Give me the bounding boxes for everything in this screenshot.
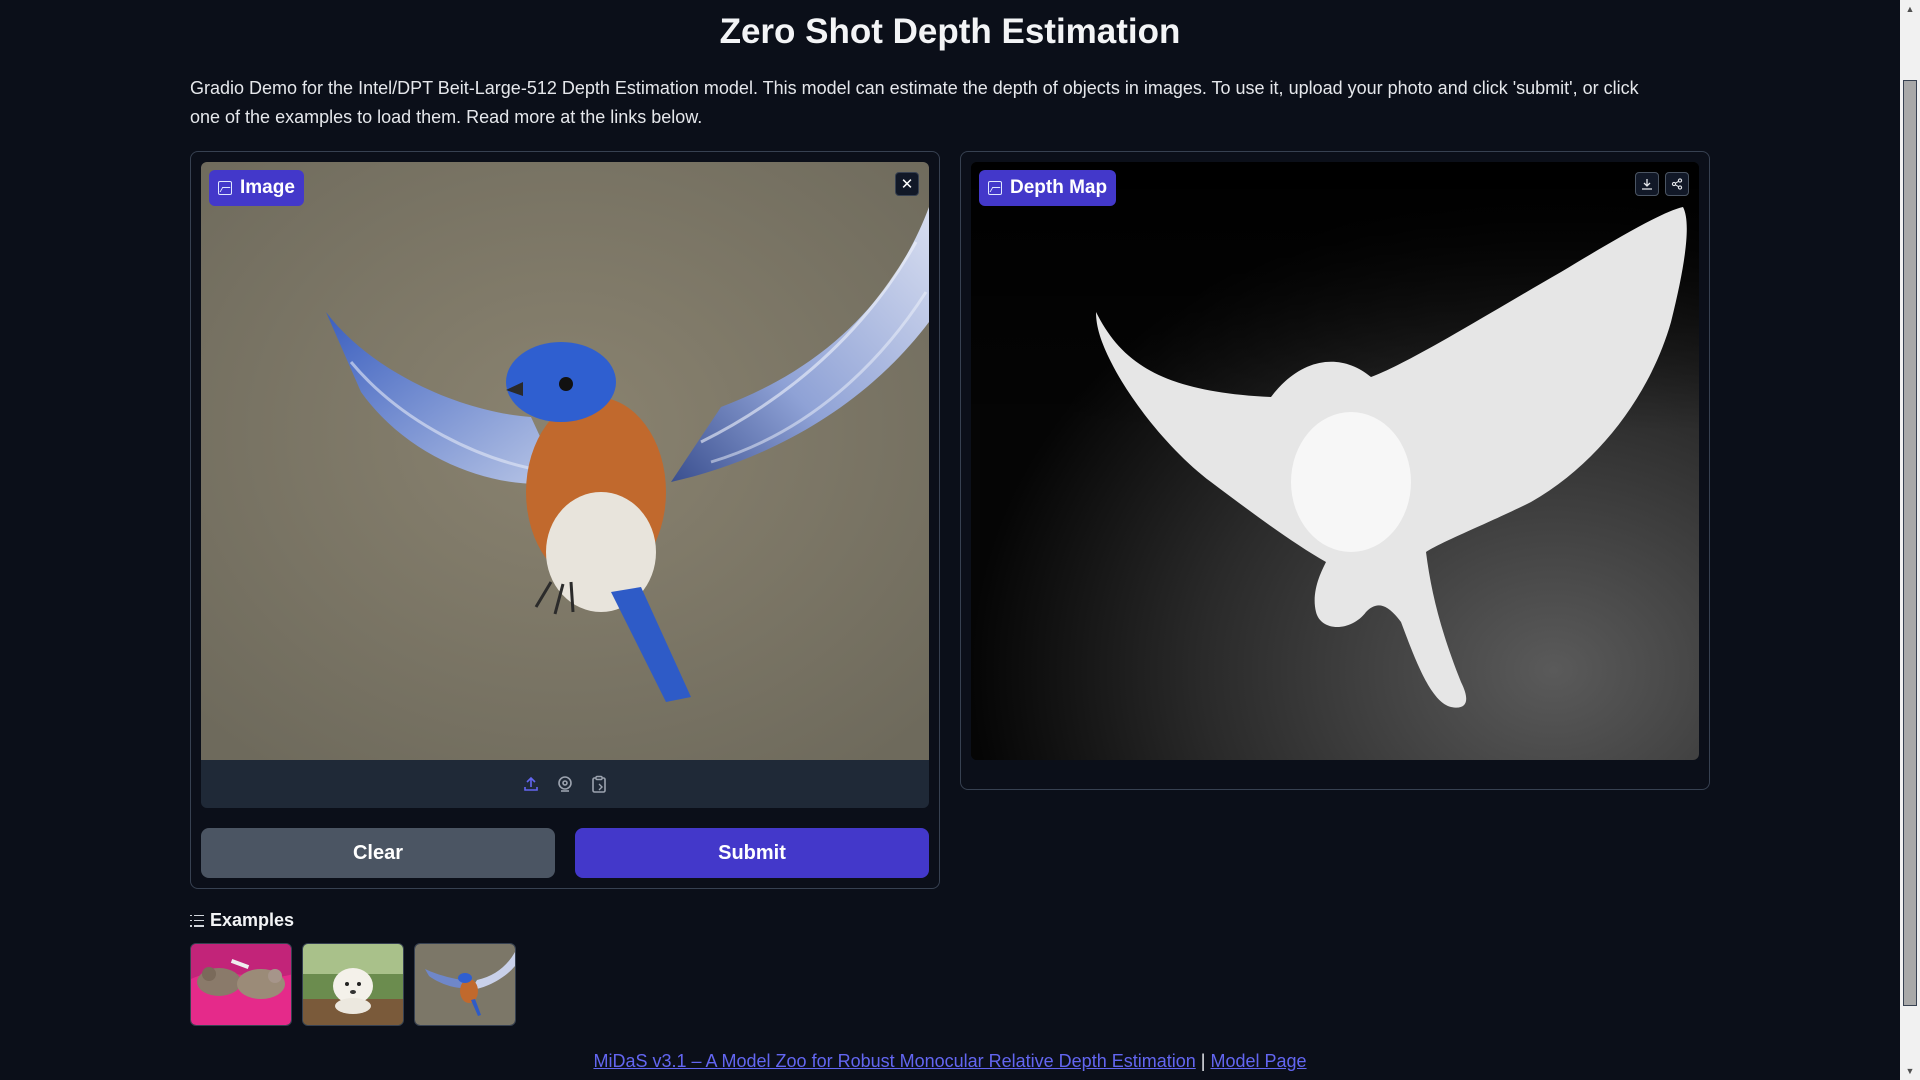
input-bird-image [201, 162, 929, 760]
example-thumb-cats[interactable] [190, 943, 292, 1026]
examples-title: Examples [210, 910, 295, 930]
midas-paper-link[interactable]: MiDaS v3.1 – A Model Zoo for Robust Mono… [593, 1051, 1195, 1071]
page-description: Gradio Demo for the Intel/DPT Beit-Large… [190, 78, 1639, 127]
submit-button[interactable]: Submit [575, 828, 929, 878]
upload-icon[interactable] [521, 774, 541, 794]
examples-gallery [190, 943, 516, 1026]
output-panel: Depth Map [960, 151, 1710, 790]
scrollbar-thumb[interactable] [1903, 80, 1917, 1006]
scroll-down-icon[interactable]: ▼ [1900, 1062, 1920, 1080]
puppy-example-image [303, 944, 403, 1025]
image-icon [988, 181, 1002, 195]
footer: MiDaS v3.1 – A Model Zoo for Robust Mono… [0, 1051, 1900, 1072]
output-actions [1635, 172, 1689, 196]
input-label-chip: Image [209, 170, 304, 206]
cats-example-image [191, 944, 291, 1025]
scroll-up-icon[interactable]: ▲ [1900, 0, 1920, 18]
input-toolbar [201, 760, 929, 808]
input-panel: Image ✕ Clear Submit [190, 151, 940, 889]
output-label-chip: Depth Map [979, 170, 1117, 206]
share-icon[interactable] [1665, 172, 1689, 196]
footer-separator: | [1200, 1051, 1206, 1071]
image-icon [218, 181, 232, 195]
example-thumb-puppy[interactable] [302, 943, 404, 1026]
clear-button[interactable]: Clear [201, 828, 555, 878]
clipboard-icon[interactable] [589, 774, 609, 794]
list-icon [190, 914, 204, 927]
page-title: Zero Shot Depth Estimation [719, 12, 1181, 51]
download-icon[interactable] [1635, 172, 1659, 196]
examples-header: Examples [190, 910, 294, 931]
input-label: Image [240, 177, 295, 198]
input-image-area[interactable]: Image ✕ [201, 162, 929, 760]
output-image-area: Depth Map [971, 162, 1699, 760]
webcam-icon[interactable] [555, 774, 575, 794]
page: Zero Shot Depth Estimation Gradio Demo f… [0, 0, 1900, 1080]
depth-map-image [971, 162, 1699, 760]
page-scrollbar[interactable]: ▲ ▼ [1900, 0, 1920, 1080]
bird-example-image [415, 944, 515, 1025]
close-icon[interactable]: ✕ [895, 172, 919, 196]
model-page-link[interactable]: Model Page [1210, 1051, 1306, 1071]
output-label: Depth Map [1010, 177, 1108, 198]
example-thumb-bird[interactable] [414, 943, 516, 1026]
